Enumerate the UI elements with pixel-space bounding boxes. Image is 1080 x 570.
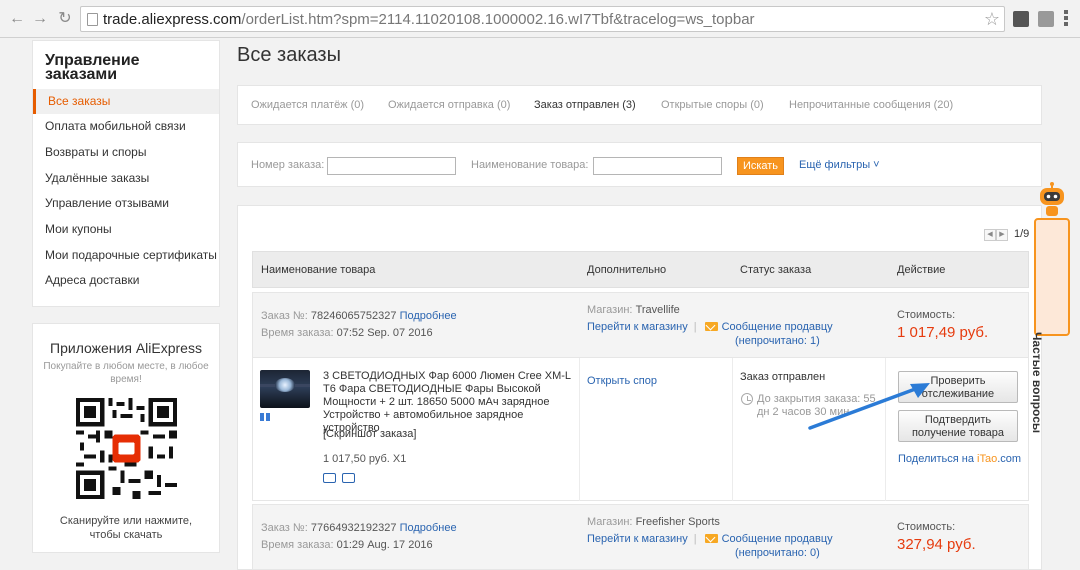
col-status: Статус заказа [740, 264, 812, 276]
open-dispute-link[interactable]: Открыть спор [587, 375, 657, 387]
order-number: Заказ №: 78246065752327 Подробнее [261, 310, 457, 322]
col-product: Наименование товара [261, 264, 376, 276]
browser-toolbar: ← → ↻ trade.aliexpress.com/orderList.htm… [0, 0, 1080, 38]
qr-code[interactable] [76, 398, 177, 499]
tab-awaiting-payment[interactable]: Ожидается платёж (0) [251, 99, 364, 111]
apps-subtitle: Покупайте в любом месте, в любое время! [43, 361, 209, 385]
message-seller-link[interactable]: Сообщение продавцу [722, 533, 833, 545]
order-number-input[interactable] [327, 157, 456, 175]
cost-label: Стоимость: [897, 521, 956, 533]
product-name-label: Наименование товара: [471, 159, 589, 171]
card-icon[interactable] [342, 473, 355, 483]
store-name: Магазин: Travellife [587, 304, 680, 316]
reload-icon[interactable]: ↻ [56, 10, 74, 28]
order-close-countdown: До закрытия заказа: 55 дн 2 часов 30 мин [757, 393, 876, 418]
mail-icon [704, 534, 718, 543]
store-links: Перейти к магазину | Сообщение продавцу [587, 533, 833, 545]
sidebar-item-reviews[interactable]: Управление отзывами [33, 191, 219, 216]
search-button[interactable]: Искать [737, 157, 784, 175]
order-status-tabs: Ожидается платёж (0) Ожидается отправка … [237, 85, 1042, 125]
next-page-button[interactable]: ▶ [996, 229, 1008, 241]
star-icon[interactable]: ☆ [984, 9, 1000, 30]
orders-table-header: Наименование товара Дополнительно Статус… [252, 251, 1029, 288]
url-text: trade.aliexpress.com/orderList.htm?spm=2… [103, 11, 755, 28]
address-bar[interactable]: trade.aliexpress.com/orderList.htm?spm=2… [80, 6, 1005, 32]
order-header: Заказ №: 78246065752327 Подробнее Время … [252, 292, 1029, 358]
sidebar-item-mobile-payment[interactable]: Оплата мобильной связи [33, 114, 219, 139]
check-tracking-button[interactable]: Проверить отслеживание [898, 371, 1018, 403]
faq-widget[interactable]: Частые вопросы [1030, 182, 1070, 433]
sidebar-title: Управление заказами [45, 52, 140, 83]
sidebar-item-returns[interactable]: Возвраты и споры [33, 140, 219, 165]
order-details-link[interactable]: Подробнее [400, 310, 457, 322]
tab-open-disputes[interactable]: Открытые споры (0) [661, 99, 764, 111]
tab-unread-messages[interactable]: Непрочитанные сообщения (20) [789, 99, 953, 111]
confirm-receipt-button[interactable]: Подтвердить получение товара [898, 410, 1018, 442]
snapshot-icon[interactable] [323, 473, 336, 483]
unread-count[interactable]: (непрочитано: 0) [735, 547, 820, 559]
order-time: Время заказа: 01:29 Aug. 17 2016 [261, 539, 433, 551]
clock-icon [741, 393, 753, 405]
sidebar-item-gift-cards[interactable]: Мои подарочные сертификаты [33, 243, 219, 268]
store-links: Перейти к магазину | Сообщение продавцу [587, 321, 833, 333]
order-number-label: Номер заказа: [251, 159, 325, 171]
product-variant-thumbs [260, 410, 310, 421]
sidebar-item-deleted[interactable]: Удалённые заказы [33, 166, 219, 191]
order-number: Заказ №: 77664932192327 Подробнее [261, 522, 457, 534]
product-name-input[interactable] [593, 157, 722, 175]
forward-arrow-icon[interactable]: → [31, 10, 49, 28]
orders-panel: ◀ ▶ 1/9 Наименование товара Дополнительн… [237, 205, 1042, 570]
mail-icon [704, 322, 718, 331]
go-to-store-link[interactable]: Перейти к магазину [587, 533, 688, 545]
extension-icon[interactable] [1013, 11, 1029, 27]
message-seller-link[interactable]: Сообщение продавцу [722, 321, 833, 333]
page-title: Все заказы [237, 44, 341, 66]
product-title-link[interactable]: 3 СВЕТОДИОДНЫХ Фар 6000 Люмен Cree XM-L … [323, 370, 575, 435]
extension-icon[interactable] [1038, 11, 1054, 27]
faq-label: Частые вопросы [1030, 332, 1044, 434]
order-screenshot-link[interactable]: [Скриншот заказа] [323, 428, 416, 440]
tab-awaiting-shipment[interactable]: Ожидается отправка (0) [388, 99, 510, 111]
share-itao-link[interactable]: Поделиться на iTao.com [898, 453, 1021, 465]
faq-tab[interactable]: Частые вопросы [1030, 218, 1070, 433]
tab-shipped[interactable]: Заказ отправлен (3) [534, 99, 636, 111]
store-name: Магазин: Freefisher Sports [587, 516, 720, 528]
page-indicator: 1/9 [1014, 228, 1030, 240]
prev-page-button[interactable]: ◀ [984, 229, 996, 241]
order-management-sidebar: Управление заказами Все заказы Оплата мо… [32, 40, 220, 307]
order-item-row: 3 СВЕТОДИОДНЫХ Фар 6000 Люмен Cree XM-L … [252, 358, 1029, 501]
unread-count[interactable]: (непрочитано: 1) [735, 335, 820, 347]
order-cost: 327,94 руб. [897, 536, 976, 553]
more-filters-link[interactable]: Ещё фильтры ˅ [799, 159, 880, 171]
col-extra: Дополнительно [587, 264, 667, 276]
sidebar-item-addresses[interactable]: Адреса доставки [33, 268, 219, 293]
order-filters: Номер заказа: Наименование товара: Искат… [237, 142, 1042, 187]
order-cost: 1 017,49 руб. [897, 324, 989, 341]
menu-icon[interactable] [1064, 8, 1068, 28]
sidebar-item-all-orders[interactable]: Все заказы [33, 89, 219, 114]
product-action-icons [323, 472, 361, 486]
apps-title: Приложения AliExpress [50, 340, 202, 356]
robot-icon [1040, 182, 1064, 216]
order-details-link[interactable]: Подробнее [400, 522, 457, 534]
product-price-qty: 1 017,50 руб. X1 [323, 453, 407, 465]
product-thumbnail[interactable] [260, 370, 310, 408]
order-header: Заказ №: 77664932192327 Подробнее Время … [252, 504, 1029, 570]
go-to-store-link[interactable]: Перейти к магазину [587, 321, 688, 333]
page-icon [87, 13, 98, 26]
order-time: Время заказа: 07:52 Sep. 07 2016 [261, 327, 433, 339]
apps-promo: Приложения AliExpress Покупайте в любом … [32, 323, 220, 553]
col-action: Действие [897, 264, 946, 276]
back-arrow-icon[interactable]: ← [8, 10, 26, 28]
sidebar-item-coupons[interactable]: Мои купоны [33, 217, 219, 242]
apps-footer: Сканируйте или нажмите, чтобы скачать [59, 515, 193, 541]
cost-label: Стоимость: [897, 309, 956, 321]
order-status: Заказ отправлен [740, 371, 826, 383]
